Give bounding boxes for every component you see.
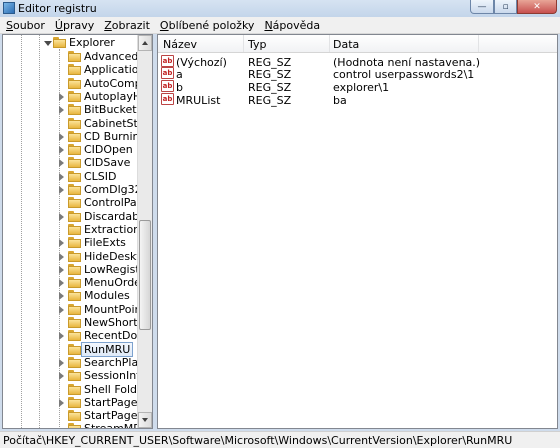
tree-item-label: BitBucket: [84, 103, 137, 117]
column-divider[interactable]: [478, 35, 479, 52]
tree-item-label: CIDSave: [84, 156, 131, 170]
expand-arrow-icon[interactable]: [59, 265, 64, 274]
tree-item-label: StartPage2: [84, 409, 145, 423]
column-header-data[interactable]: Data: [333, 38, 359, 51]
window-title: Editor registru: [18, 2, 97, 15]
expand-arrow-icon[interactable]: [59, 279, 64, 288]
tree-item-streammru[interactable]: StreamMRU: [3, 421, 152, 428]
tree-item-label: StartPage: [84, 395, 138, 409]
menu-oblibene-polozky[interactable]: Oblíbené položky: [156, 19, 259, 32]
close-button[interactable]: ✕: [517, 0, 557, 14]
folder-icon: [68, 157, 81, 169]
menu-soubor[interactable]: Soubor: [2, 19, 49, 32]
folder-icon: [68, 130, 81, 142]
registry-path: Počítač\HKEY_CURRENT_USER\Software\Micro…: [3, 434, 513, 447]
string-value-icon: ab: [161, 93, 174, 105]
column-header-type[interactable]: Typ: [248, 38, 267, 51]
column-header-name[interactable]: Název: [163, 38, 197, 51]
folder-open-icon: [53, 37, 66, 48]
expand-arrow-icon[interactable]: [59, 92, 64, 101]
folder-icon: [68, 277, 81, 289]
expand-arrow-icon[interactable]: [59, 212, 64, 221]
folder-icon: [68, 104, 81, 116]
folder-icon: [68, 51, 81, 62]
folder-icon: [68, 396, 81, 408]
scroll-up-button[interactable]: [138, 35, 152, 51]
expand-arrow-icon[interactable]: [59, 398, 64, 407]
folder-icon: [68, 263, 81, 275]
scroll-down-button[interactable]: [138, 412, 152, 428]
expand-arrow-icon[interactable]: [59, 358, 64, 367]
tree-item-label: CIDOpen: [84, 143, 133, 157]
scroll-thumb[interactable]: [139, 220, 151, 330]
registry-key-tree[interactable]: Explorer AdvancedApplicationDestAutoComp…: [2, 34, 153, 429]
folder-icon: [68, 117, 81, 129]
folder-icon: [68, 184, 81, 195]
registry-values-list[interactable]: Název Typ Data ab (Výchozí) REG_SZ (Hodn…: [157, 34, 558, 429]
maximize-button[interactable]: ▫: [494, 0, 517, 14]
menu-bar: Soubor Úpravy Zobrazit Oblíbené položky …: [0, 17, 560, 34]
expand-arrow-icon[interactable]: [59, 186, 64, 194]
tree-vertical-scrollbar[interactable]: [137, 35, 152, 428]
folder-icon: [68, 290, 81, 302]
folder-icon: [68, 303, 81, 315]
value-name: MRUList: [176, 94, 221, 107]
tree-item-label: Modules: [84, 289, 130, 303]
menu-zobrazit[interactable]: Zobrazit: [100, 19, 154, 32]
folder-icon: [68, 330, 81, 342]
folder-icon: [68, 250, 81, 262]
tree-item-label: CLSID: [84, 169, 117, 183]
folder-icon: [68, 77, 81, 89]
expand-arrow-icon[interactable]: [59, 172, 64, 181]
string-value-icon: ab: [161, 67, 174, 79]
string-value-icon: ab: [161, 80, 174, 92]
expand-arrow-icon[interactable]: [59, 106, 64, 115]
folder-icon: [68, 197, 81, 209]
folder-icon: [68, 223, 81, 235]
table-row[interactable]: ab MRUList REG_SZ ba: [158, 92, 557, 108]
expand-arrow-icon[interactable]: [59, 239, 64, 248]
menu-upravy[interactable]: Úpravy: [51, 19, 98, 32]
tree-item-label: ComDlg32: [84, 183, 142, 196]
value-type: REG_SZ: [248, 94, 292, 107]
expand-arrow-icon[interactable]: [59, 146, 64, 155]
status-bar: Počítač\HKEY_CURRENT_USER\Software\Micro…: [0, 431, 560, 448]
tree-item-label: Advanced: [84, 50, 139, 63]
expand-arrow-icon[interactable]: [59, 252, 64, 261]
value-data: ba: [333, 94, 347, 107]
registry-editor-icon: [3, 2, 15, 14]
folder-icon: [68, 170, 81, 182]
folder-icon: [68, 210, 81, 222]
menu-napoveda[interactable]: Nápověda: [260, 19, 324, 32]
window-controls: — ▫ ✕: [470, 0, 557, 15]
minimize-button[interactable]: —: [470, 0, 494, 14]
expand-arrow-icon[interactable]: [59, 132, 64, 141]
folder-icon: [68, 343, 81, 355]
list-header: Název Typ Data: [158, 35, 557, 53]
expand-arrow-icon[interactable]: [59, 305, 64, 314]
title-bar: Editor registru — ▫ ✕: [0, 0, 560, 17]
collapse-arrow-icon[interactable]: [44, 41, 52, 46]
folder-icon: [68, 356, 81, 368]
folder-icon: [68, 423, 81, 428]
tree-item-label: Explorer: [69, 36, 115, 49]
tree-item-label: RunMRU: [80, 341, 134, 357]
column-divider[interactable]: [243, 35, 244, 52]
folder-icon: [68, 383, 81, 395]
folder-icon: [68, 64, 81, 76]
folder-icon: [68, 144, 81, 156]
folder-icon: [68, 410, 81, 422]
folder-icon: [68, 237, 81, 249]
folder-icon: [68, 90, 81, 102]
expand-arrow-icon[interactable]: [59, 292, 64, 301]
folder-icon: [68, 317, 81, 328]
expand-arrow-icon[interactable]: [59, 332, 64, 341]
folder-icon: [68, 370, 81, 382]
expand-arrow-icon[interactable]: [59, 372, 64, 381]
expand-arrow-icon[interactable]: [59, 159, 64, 168]
tree-item-label: FileExts: [84, 236, 126, 250]
column-divider[interactable]: [329, 35, 330, 52]
